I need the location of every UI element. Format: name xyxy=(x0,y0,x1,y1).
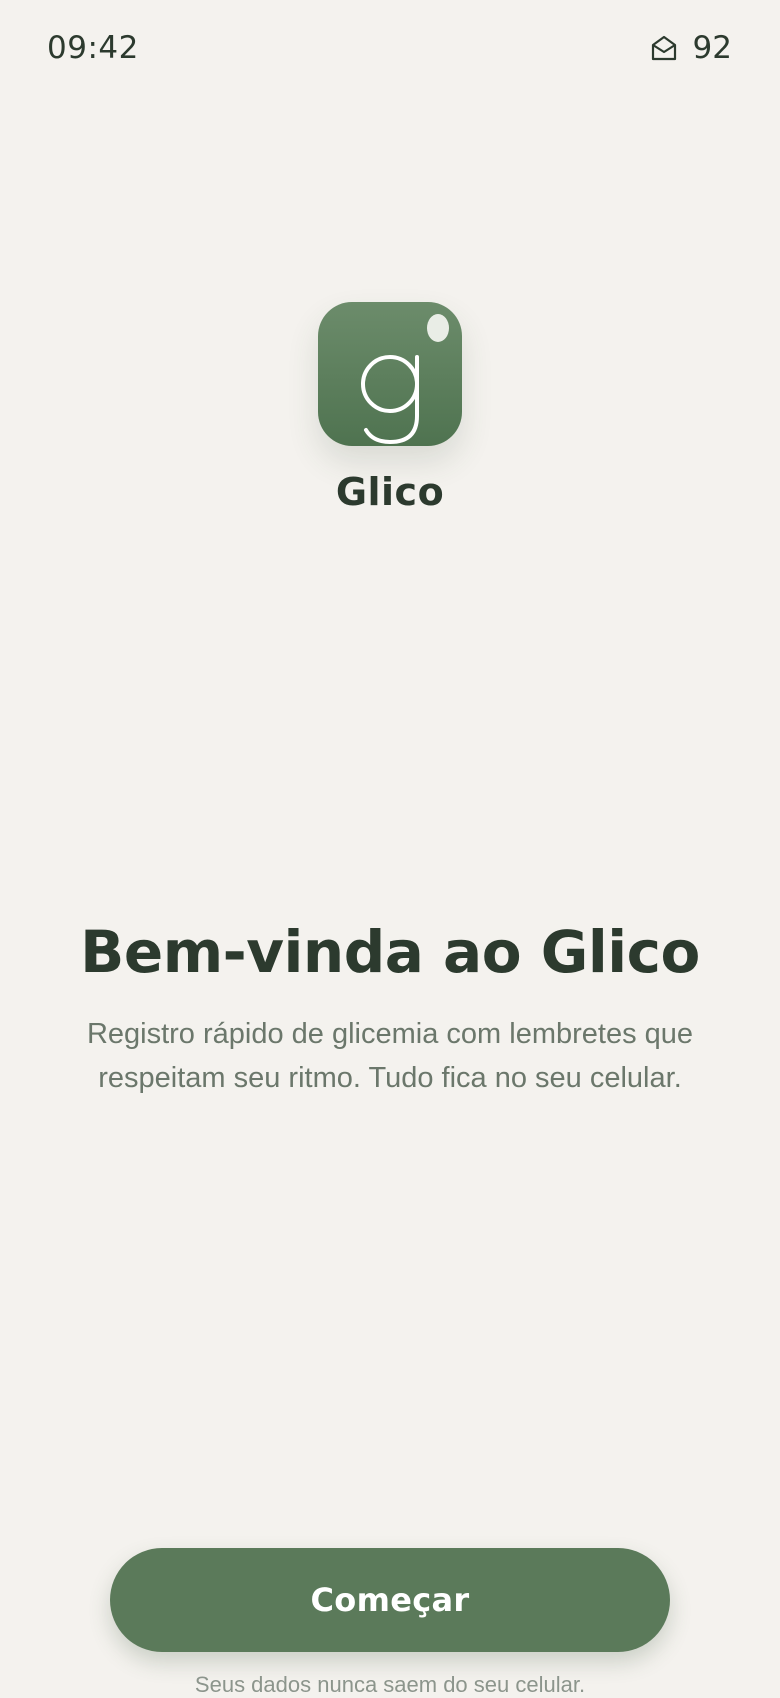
battery-level: 92 xyxy=(692,30,732,66)
welcome-subtitle: Registro rápido de glicemia com lembrete… xyxy=(86,1018,694,1094)
status-right: 92 xyxy=(649,30,732,66)
glico-logo-icon xyxy=(318,302,462,446)
app-logo xyxy=(318,302,462,446)
app-name: Glico xyxy=(335,470,445,514)
privacy-footnote: Seus dados nunca saem do seu celular. xyxy=(194,1672,586,1697)
status-time: 09:42 xyxy=(47,30,139,66)
status-bar: 09:42 92 xyxy=(0,0,780,100)
mail-open-icon xyxy=(649,33,679,63)
start-button[interactable]: Começar xyxy=(110,1548,670,1652)
welcome-title: Bem-vinda ao Glico xyxy=(80,918,700,986)
